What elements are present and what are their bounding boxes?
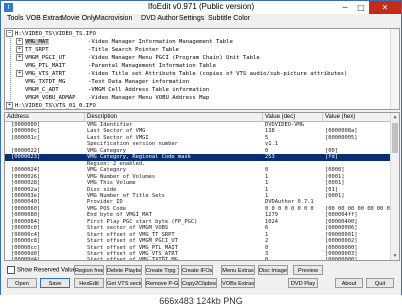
get-vts-sectors-button[interactable]: Get VTS sectors — [106, 278, 142, 288]
column-header-value-hex[interactable]: Value (hex) — [323, 113, 391, 121]
dvd-play-button[interactable]: DVD Play — [288, 278, 318, 288]
menu-subtitle-color[interactable]: Subtitle Color — [208, 15, 250, 22]
collapse-node-icon[interactable]: − — [6, 30, 13, 37]
remove-p-gps-button[interactable]: Remove P-GPs — [145, 278, 179, 288]
expand-node-icon[interactable]: + — [16, 54, 23, 61]
tree-item-vmgm-vobu-admap[interactable]: VMGM_VOBU_ADMAP -Video Manager Menu VOBU… — [25, 94, 209, 102]
menu-settings[interactable]: Settings — [179, 15, 204, 22]
tree-item-vmgm-pgci-ut[interactable]: + VMGM_PGCI_UT -Video Manager Menu PGCI (… — [16, 54, 260, 62]
region-free-button[interactable]: Region free — [74, 265, 104, 275]
checkbox-box[interactable] — [7, 266, 15, 274]
button-panel: Show Reserved Values Region free Delete … — [1, 261, 401, 295]
scroll-thumb[interactable] — [392, 123, 398, 153]
create-trpg-button[interactable]: Create Trpg T. — [145, 265, 179, 275]
menu-macrovision[interactable]: Macrovision — [95, 15, 132, 22]
tree-item-vmg-mat[interactable]: + VMG_MAT -Video Manager Information Mana… — [16, 38, 233, 46]
grid-scrollbar[interactable]: ▲ ▼ — [390, 113, 399, 260]
tree-guide-line — [10, 35, 11, 103]
copy-clipboard-button[interactable]: Copy2Clipboard — [181, 278, 217, 288]
open-button[interactable]: Open — [7, 278, 37, 288]
tree-item-vmg-vts-atrt[interactable]: + VMG_VTS_ATRT -Video Title set Attribute… — [16, 70, 347, 78]
tree-root-video-ts[interactable]: − H:\VIDEO_TS\VIDEO_TS.IFO — [6, 30, 96, 38]
tree-item-vmgm-c-adt[interactable]: VMGM_C_ADT -VMGM Cell Address Table info… — [25, 86, 209, 94]
column-header-description[interactable]: Description — [85, 113, 263, 121]
vobs-extras-button[interactable]: VOBs Extras — [221, 278, 255, 288]
menu-bar: Tools VOB Extras Movie Only Macrovision … — [1, 14, 401, 25]
expand-node-icon[interactable]: + — [16, 38, 23, 45]
show-reserved-label: Show Reserved Values — [17, 267, 79, 274]
save-button[interactable]: Save — [40, 278, 70, 288]
maximize-button[interactable]: □ — [353, 1, 369, 14]
tree-root-vts-01[interactable]: + H:\VIDEO_TS\VTS_01_0.IFO — [6, 102, 96, 109]
hexedit-button[interactable]: HexEdit — [74, 278, 104, 288]
column-header-value-dec[interactable]: Value (dec) — [263, 113, 323, 121]
close-button[interactable]: ✕ — [369, 1, 401, 14]
grid-header: Address Description Value (dec) Value (h… — [5, 113, 391, 122]
app-window: I IfoEdit v0.971 (Public version) ─ □ ✕ … — [0, 0, 402, 296]
title-bar: I IfoEdit v0.971 (Public version) ─ □ ✕ — [1, 1, 401, 15]
ifo-tree-view[interactable]: − H:\VIDEO_TS\VIDEO_TS.IFO + VMG_MAT -Vide… — [4, 28, 400, 110]
preview-button[interactable]: Preview — [293, 265, 323, 275]
expand-node-icon[interactable]: + — [16, 46, 23, 53]
tree-item-vmg-ptl-mait[interactable]: VMG_PTL_MAIT -Parental Management Inform… — [25, 62, 216, 70]
image-info-caption: 666x483 124kb PNG — [0, 295, 402, 307]
scroll-down-icon[interactable]: ▼ — [391, 252, 399, 260]
about-button[interactable]: About — [335, 278, 363, 288]
quit-button[interactable]: Quit — [366, 278, 394, 288]
tree-item-tt-srpt[interactable]: + TT_SRPT -Title Search Pointer Table — [16, 46, 179, 54]
ifo-data-grid[interactable]: Address Description Value (dec) Value (h… — [4, 112, 400, 261]
column-header-address[interactable]: Address — [5, 113, 85, 121]
minimize-button[interactable]: ─ — [337, 1, 353, 14]
menu-tools[interactable]: Tools — [7, 15, 23, 22]
menu-movie-only[interactable]: Movie Only — [61, 15, 96, 22]
tree-scrollbar[interactable] — [390, 29, 399, 109]
menu-extras-button[interactable]: Menu Extras — [221, 265, 255, 275]
expand-node-icon[interactable]: + — [6, 102, 13, 109]
menu-vob-extras[interactable]: VOB Extras — [26, 15, 63, 22]
scroll-up-icon[interactable]: ▲ — [391, 113, 399, 121]
show-reserved-checkbox[interactable]: Show Reserved Values — [7, 266, 79, 274]
expand-node-icon[interactable]: + — [16, 70, 23, 77]
disc-image-button[interactable]: Disc Image — [258, 265, 288, 275]
delete-playback-button[interactable]: Delete Playback — [106, 265, 142, 275]
create-ifos-button[interactable]: Create IFOs — [181, 265, 213, 275]
menu-dvd-author[interactable]: DVD Author — [141, 15, 178, 22]
tree-item-vmg-txtdt-mg[interactable]: VMG_TXTDT_MG -Text Data Manager informat… — [25, 78, 189, 86]
